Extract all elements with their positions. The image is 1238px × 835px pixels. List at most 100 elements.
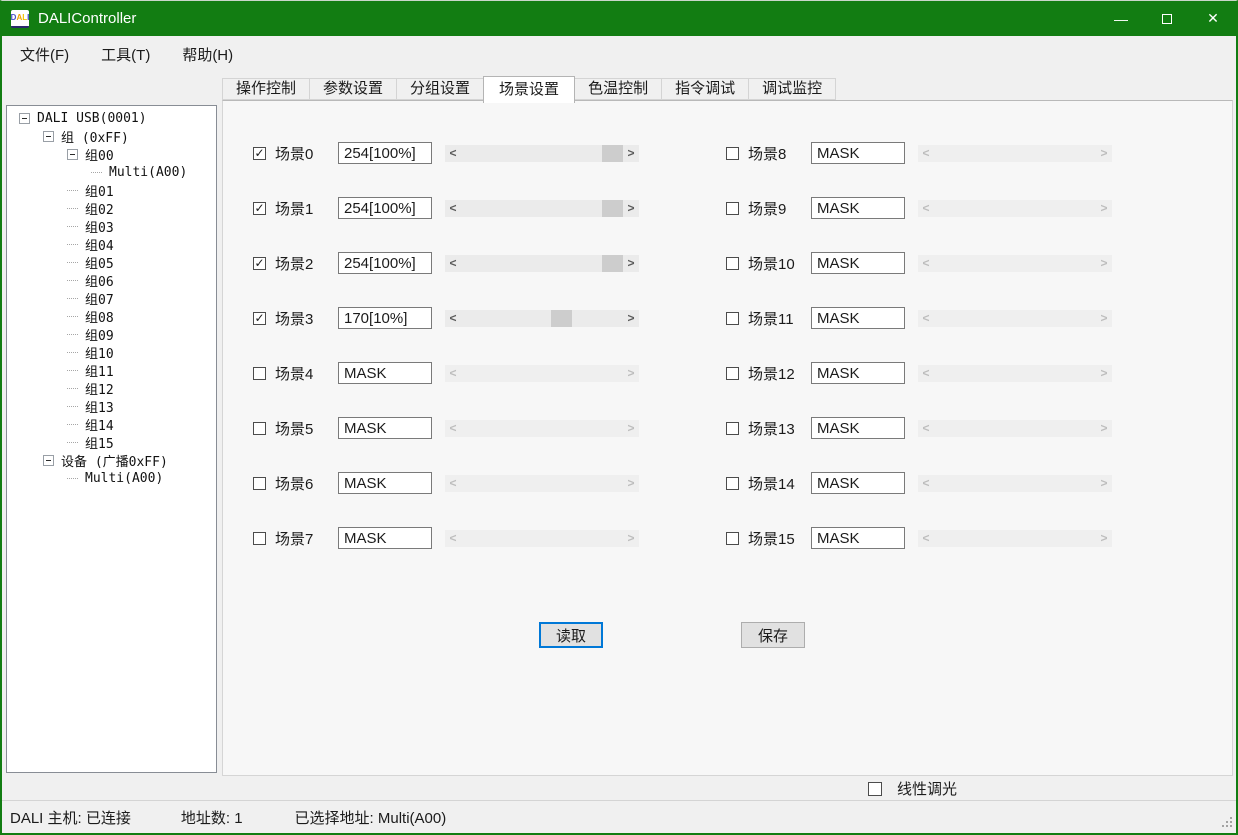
resize-grip[interactable] [1221, 816, 1233, 828]
tree-item[interactable]: 组07 [7, 289, 216, 307]
scene-value-input[interactable] [338, 142, 432, 164]
slider-right-arrow-icon[interactable]: > [623, 200, 639, 217]
tree-collapse-icon[interactable] [43, 131, 54, 142]
tree-item[interactable]: 组02 [7, 199, 216, 217]
slider-right-arrow-icon[interactable]: > [623, 145, 639, 162]
scene-checkbox[interactable] [726, 477, 739, 490]
scene-value-input[interactable] [811, 252, 905, 274]
scene-checkbox[interactable] [726, 147, 739, 160]
tree-branch-line [67, 442, 78, 443]
scene-row: ✓场景2<> [253, 251, 639, 275]
scene-slider[interactable]: <> [445, 255, 639, 272]
tree-item[interactable]: Multi(A00) [7, 469, 216, 487]
tree-collapse-icon[interactable] [67, 149, 78, 160]
scene-checkbox[interactable]: ✓ [253, 257, 266, 270]
scene-value-input[interactable] [811, 142, 905, 164]
slider-right-arrow-icon[interactable]: > [623, 255, 639, 272]
tree-item[interactable]: 组09 [7, 325, 216, 343]
slider-left-arrow-icon[interactable]: < [445, 255, 461, 272]
tree-item[interactable]: 组13 [7, 397, 216, 415]
scene-value-input[interactable] [811, 307, 905, 329]
scene-checkbox[interactable]: ✓ [253, 147, 266, 160]
tab-command-debug[interactable]: 指令调试 [661, 78, 749, 100]
slider-left-arrow-icon[interactable]: < [445, 310, 461, 327]
tree-item[interactable]: 组03 [7, 217, 216, 235]
tree-item[interactable]: 组 (0xFF) [7, 127, 216, 145]
tree-item[interactable]: 组00 [7, 145, 216, 163]
tree-item[interactable]: DALI USB(0001) [7, 109, 216, 127]
scene-value-input[interactable] [338, 472, 432, 494]
scene-slider[interactable]: <> [445, 200, 639, 217]
tab-group-settings[interactable]: 分组设置 [396, 78, 484, 100]
save-button[interactable]: 保存 [741, 622, 805, 648]
tree-item[interactable]: 组06 [7, 271, 216, 289]
scene-checkbox[interactable] [253, 532, 266, 545]
read-button[interactable]: 读取 [539, 622, 603, 648]
slider-left-arrow-icon[interactable]: < [445, 200, 461, 217]
tree-item[interactable]: 组05 [7, 253, 216, 271]
slider-thumb[interactable] [551, 310, 572, 327]
scene-checkbox[interactable] [726, 367, 739, 380]
slider-thumb[interactable] [602, 255, 623, 272]
scene-checkbox[interactable] [253, 477, 266, 490]
scene-checkbox[interactable] [726, 532, 739, 545]
scene-slider[interactable]: <> [445, 145, 639, 162]
tree-item[interactable]: 组11 [7, 361, 216, 379]
close-button[interactable]: ✕ [1190, 1, 1236, 36]
tab-scene-settings[interactable]: 场景设置 [483, 76, 575, 103]
tree-item[interactable]: 设备 (广播0xFF) [7, 451, 216, 469]
linear-dimming-checkbox[interactable] [868, 782, 882, 796]
scene-label: 场景8 [748, 143, 811, 164]
scene-checkbox[interactable] [253, 367, 266, 380]
maximize-button[interactable] [1144, 1, 1190, 36]
close-icon: ✕ [1207, 10, 1219, 27]
scene-checkbox[interactable] [726, 422, 739, 435]
tree-item[interactable]: 组12 [7, 379, 216, 397]
scene-value-input[interactable] [338, 362, 432, 384]
scene-checkbox[interactable] [726, 312, 739, 325]
menu-help[interactable]: 帮助(H) [172, 40, 243, 69]
slider-thumb[interactable] [602, 200, 623, 217]
scene-value-input[interactable] [811, 417, 905, 439]
scene-value-input[interactable] [811, 197, 905, 219]
tree-item[interactable]: 组04 [7, 235, 216, 253]
scene-checkbox[interactable] [726, 257, 739, 270]
tab-debug-monitor[interactable]: 调试监控 [748, 78, 836, 100]
scene-value-input[interactable] [811, 362, 905, 384]
slider-thumb[interactable] [602, 145, 623, 162]
tree-item[interactable]: 组15 [7, 433, 216, 451]
scene-value-input[interactable] [338, 252, 432, 274]
slider-left-arrow-icon: < [445, 530, 461, 547]
scene-value-input[interactable] [338, 197, 432, 219]
tree-item-label: 组04 [85, 235, 114, 254]
minimize-button[interactable]: — [1098, 1, 1144, 36]
device-tree: DALI USB(0001)组 (0xFF)组00Multi(A00)组01组0… [6, 105, 217, 773]
tab-color-temp-control[interactable]: 色温控制 [574, 78, 662, 100]
slider-left-arrow-icon[interactable]: < [445, 145, 461, 162]
tree-item[interactable]: 组14 [7, 415, 216, 433]
scene-row: ✓场景0<> [253, 141, 639, 165]
tree-collapse-icon[interactable] [19, 113, 30, 124]
tab-operation-control[interactable]: 操作控制 [222, 78, 310, 100]
scene-value-input[interactable] [338, 527, 432, 549]
menu-file[interactable]: 文件(F) [10, 40, 79, 69]
scene-value-input[interactable] [811, 527, 905, 549]
tree-item[interactable]: 组01 [7, 181, 216, 199]
scene-checkbox[interactable] [253, 422, 266, 435]
scene-value-input[interactable] [811, 472, 905, 494]
scene-checkbox[interactable]: ✓ [253, 312, 266, 325]
tree-item[interactable]: 组08 [7, 307, 216, 325]
scene-slider: <> [445, 365, 639, 382]
scene-value-input[interactable] [338, 307, 432, 329]
menu-tools[interactable]: 工具(T) [91, 40, 160, 69]
scene-checkbox[interactable]: ✓ [253, 202, 266, 215]
slider-right-arrow-icon[interactable]: > [623, 310, 639, 327]
scene-value-input[interactable] [338, 417, 432, 439]
tree-collapse-icon[interactable] [43, 455, 54, 466]
tree-item[interactable]: Multi(A00) [7, 163, 216, 181]
tab-parameter-settings[interactable]: 参数设置 [309, 78, 397, 100]
scene-slider[interactable]: <> [445, 310, 639, 327]
tab-strip: 操作控制 参数设置 分组设置 场景设置 色温控制 指令调试 调试监控 [222, 76, 835, 100]
scene-checkbox[interactable] [726, 202, 739, 215]
tree-item[interactable]: 组10 [7, 343, 216, 361]
